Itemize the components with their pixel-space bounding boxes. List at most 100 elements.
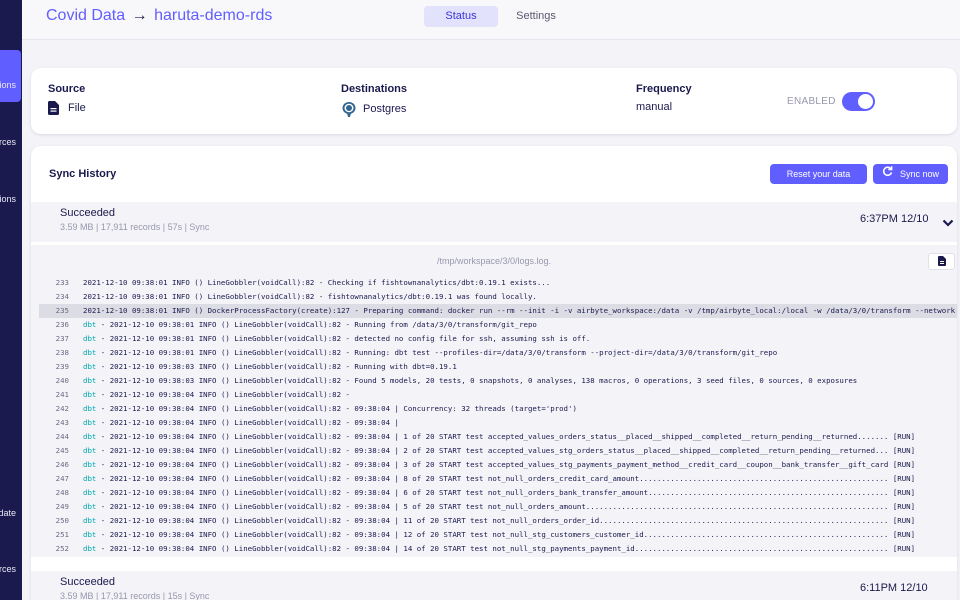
sidebar: Connections Sources Destinations Update …	[0, 0, 22, 600]
log-line: 236 dbt - 2021-12-10 09:38:01 INFO () Lin…	[39, 318, 957, 332]
log-line: 249 dbt - 2021-12-10 09:38:04 INFO () Lin…	[39, 500, 957, 514]
dbt-tag: dbt	[83, 530, 97, 539]
dbt-tag: dbt	[83, 544, 97, 553]
dbt-tag: dbt	[83, 320, 97, 329]
log-message: - 2021-12-10 09:38:04 INFO () LineGobble…	[96, 544, 916, 553]
download-logs-button[interactable]	[928, 253, 955, 270]
log-line: 248 dbt - 2021-12-10 09:38:04 INFO () Lin…	[39, 486, 957, 500]
log-line-number: 233	[55, 278, 69, 287]
job-meta: 3.59 MB | 17,911 records | 57s | Sync	[60, 222, 210, 232]
log-line: 242 dbt - 2021-12-10 09:38:04 INFO () Lin…	[39, 402, 957, 416]
log-line: 251 dbt - 2021-12-10 09:38:04 INFO () Lin…	[39, 528, 957, 542]
log-message: 2021-12-10 09:38:01 INFO () LineGobbler(…	[83, 278, 551, 287]
file-icon	[48, 101, 59, 115]
log-line-text: dbt - 2021-12-10 09:38:03 INFO () LineGo…	[83, 360, 457, 374]
reset-data-button[interactable]: Reset your data	[770, 164, 867, 184]
log-line-text: 2021-12-10 09:38:01 INFO () LineGobbler(…	[83, 276, 550, 290]
log-line-number: 243	[55, 418, 69, 427]
log-message: - 2021-12-10 09:38:03 INFO () LineGobble…	[96, 376, 858, 385]
source-label: Source	[48, 83, 86, 95]
dbt-tag: dbt	[83, 418, 97, 427]
sidebar-item-resources[interactable]: Resources	[0, 559, 22, 579]
log-line-number: 252	[55, 544, 69, 553]
postgres-icon	[341, 101, 357, 117]
tab-status[interactable]: Status	[424, 6, 498, 27]
log-message: - 2021-12-10 09:38:01 INFO () LineGobble…	[96, 334, 591, 343]
breadcrumb: Covid Data → haruta-demo-rds	[46, 7, 272, 25]
tab-settings[interactable]: Settings	[508, 6, 564, 27]
log-message: - 2021-12-10 09:38:04 INFO () LineGobble…	[96, 502, 916, 511]
log-line-text: dbt - 2021-12-10 09:38:04 INFO () LineGo…	[83, 514, 915, 528]
sidebar-item-sources[interactable]: Sources	[0, 132, 22, 152]
log-line: 244 dbt - 2021-12-10 09:38:04 INFO () Lin…	[39, 430, 957, 444]
log-message: - 2021-12-10 09:38:04 INFO () LineGobble…	[96, 474, 916, 483]
log-line-number: 247	[55, 474, 69, 483]
log-line-text: dbt - 2021-12-10 09:38:04 INFO () LineGo…	[83, 500, 915, 514]
dbt-tag: dbt	[83, 404, 97, 413]
log-line-number: 235	[55, 306, 69, 315]
job-row[interactable]: Succeeded 3.59 MB | 17,911 records | 15s…	[31, 571, 957, 600]
log-line: 235 2021-12-10 09:38:01 INFO () DockerPro…	[39, 304, 957, 318]
sync-history-title: Sync History	[49, 168, 117, 180]
log-message: - 2021-12-10 09:38:03 INFO () LineGobble…	[96, 362, 457, 371]
log-line-text: dbt - 2021-12-10 09:38:04 INFO () LineGo…	[83, 458, 915, 472]
log-message: 2021-12-10 09:38:01 INFO () LineGobbler(…	[83, 292, 537, 301]
log-line: 247 dbt - 2021-12-10 09:38:04 INFO () Lin…	[39, 472, 957, 486]
log-message: - 2021-12-10 09:38:04 INFO () LineGobble…	[96, 530, 916, 539]
sidebar-item-connections[interactable]: Connections	[0, 75, 22, 95]
dbt-tag: dbt	[83, 474, 97, 483]
job-time: 6:37PM 12/10	[860, 213, 929, 225]
log-line-number: 251	[55, 530, 69, 539]
log-line: 237 dbt - 2021-12-10 09:38:01 INFO () Lin…	[39, 332, 957, 346]
breadcrumb-source[interactable]: Covid Data	[46, 7, 125, 24]
destinations-label: Destinations	[341, 83, 408, 95]
log-line-text: dbt - 2021-12-10 09:38:04 INFO () LineGo…	[83, 472, 915, 486]
destinations-column: Destinations Postgres	[341, 83, 407, 117]
sidebar-item-update[interactable]: Update	[0, 503, 22, 523]
dbt-tag: dbt	[83, 362, 97, 371]
breadcrumb-destination[interactable]: haruta-demo-rds	[154, 7, 272, 24]
sync-now-label: Sync now	[899, 169, 940, 179]
log-line-text: dbt - 2021-12-10 09:38:01 INFO () LineGo…	[83, 318, 537, 332]
dbt-tag: dbt	[83, 460, 97, 469]
log-message: - 2021-12-10 09:38:01 INFO () LineGobble…	[96, 348, 778, 357]
log-path: /tmp/workspace/3/0/logs.log.	[436, 256, 552, 266]
job-row[interactable]: Succeeded 3.59 MB | 17,911 records | 57s…	[31, 202, 957, 242]
file-download-icon	[937, 253, 946, 271]
log-line-number: 234	[55, 292, 69, 301]
log-message: 2021-12-10 09:38:01 INFO () DockerProces…	[83, 306, 956, 315]
enabled-toggle[interactable]	[842, 92, 875, 111]
job-status: Succeeded	[60, 207, 116, 219]
log-line-text: dbt - 2021-12-10 09:38:04 INFO () LineGo…	[83, 402, 577, 416]
log-line: 233 2021-12-10 09:38:01 INFO () LineGobbl…	[39, 276, 957, 290]
log-line-text: dbt - 2021-12-10 09:38:04 INFO () LineGo…	[83, 430, 915, 444]
job-meta: 3.59 MB | 17,911 records | 15s | Sync	[60, 591, 210, 600]
log-line-text: dbt - 2021-12-10 09:38:01 INFO () LineGo…	[83, 346, 777, 360]
dbt-tag: dbt	[83, 446, 97, 455]
log-message: - 2021-12-10 09:38:04 INFO () LineGobble…	[96, 432, 916, 441]
log-line: 243 dbt - 2021-12-10 09:38:04 INFO () Lin…	[39, 416, 957, 430]
log-line: 246 dbt - 2021-12-10 09:38:04 INFO () Lin…	[39, 458, 957, 472]
log-lines: 233 2021-12-10 09:38:01 INFO () LineGobbl…	[39, 276, 957, 554]
page-header: Covid Data → haruta-demo-rds Status Sett…	[22, 0, 960, 40]
chevron-down-icon[interactable]	[942, 215, 954, 227]
log-line: 240 dbt - 2021-12-10 09:38:03 INFO () Lin…	[39, 374, 957, 388]
dbt-tag: dbt	[83, 390, 97, 399]
log-line-text: dbt - 2021-12-10 09:38:04 INFO () LineGo…	[83, 528, 915, 542]
log-line-number: 246	[55, 460, 69, 469]
log-line: 241 dbt - 2021-12-10 09:38:04 INFO () Lin…	[39, 388, 957, 402]
log-line-number: 238	[55, 348, 69, 357]
frequency-label: Frequency	[636, 83, 692, 95]
dbt-tag: dbt	[83, 502, 97, 511]
dbt-tag: dbt	[83, 334, 97, 343]
log-line-text: dbt - 2021-12-10 09:38:04 INFO () LineGo…	[83, 416, 399, 430]
log-message: - 2021-12-10 09:38:01 INFO () LineGobble…	[96, 320, 537, 329]
log-message: - 2021-12-10 09:38:04 INFO () LineGobble…	[96, 390, 350, 399]
log-line: 238 dbt - 2021-12-10 09:38:01 INFO () Lin…	[39, 346, 957, 360]
log-line-text: 2021-12-10 09:38:01 INFO () DockerProces…	[83, 304, 955, 318]
log-line: 250 dbt - 2021-12-10 09:38:04 INFO () Lin…	[39, 514, 957, 528]
sidebar-item-destinations[interactable]: Destinations	[0, 189, 22, 209]
sync-now-button[interactable]: Sync now	[873, 164, 948, 184]
dbt-tag: dbt	[83, 432, 97, 441]
log-message: - 2021-12-10 09:38:04 INFO () LineGobble…	[96, 404, 577, 413]
